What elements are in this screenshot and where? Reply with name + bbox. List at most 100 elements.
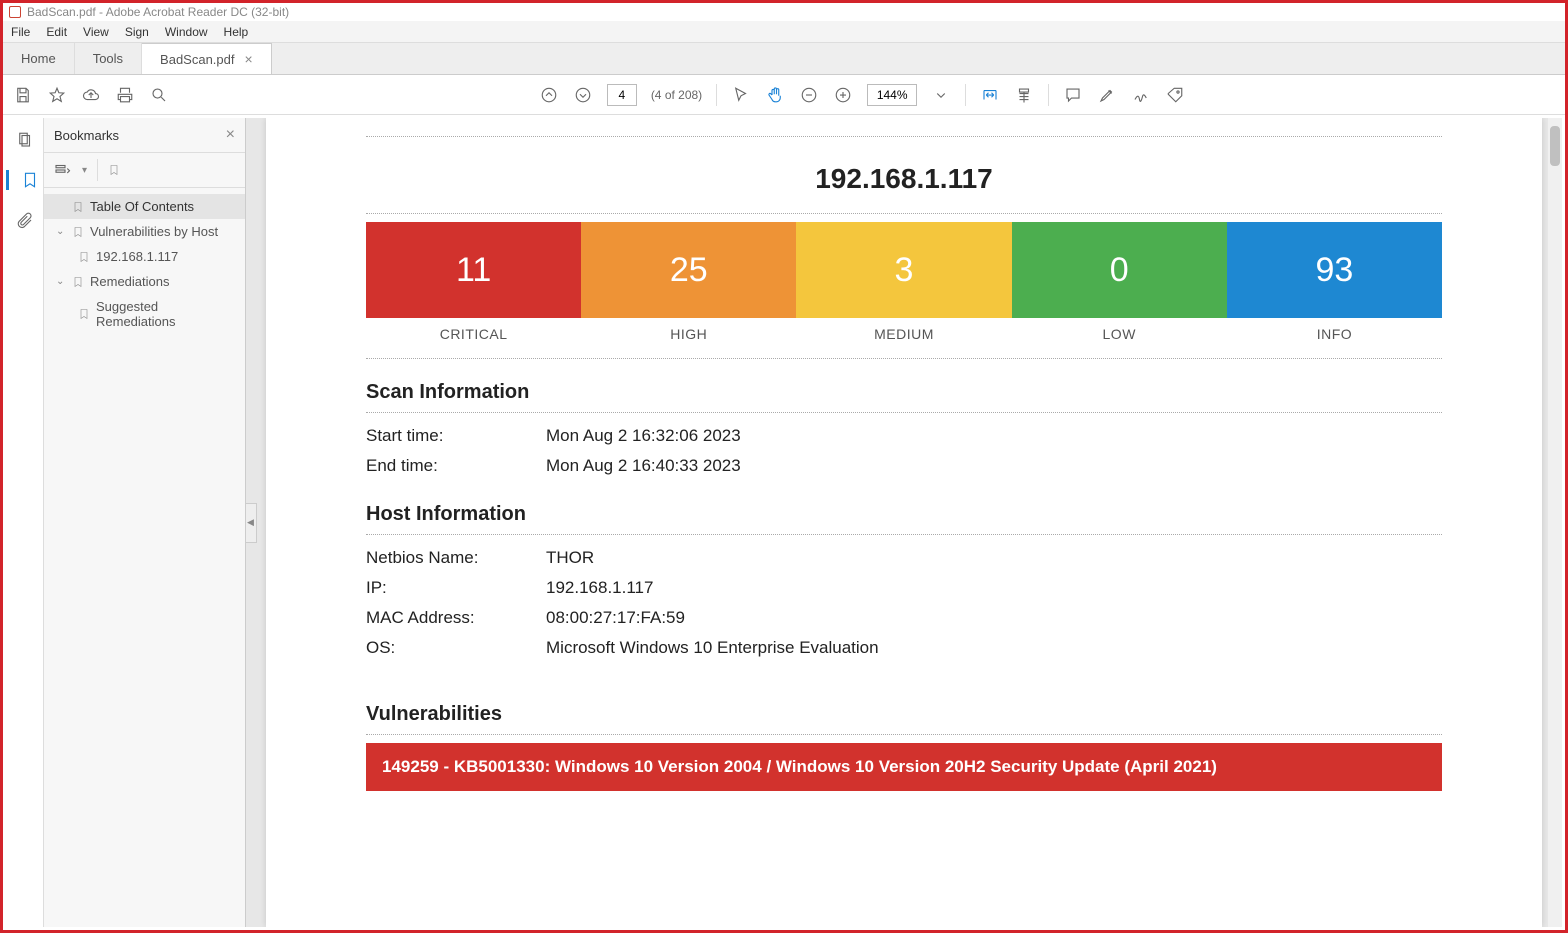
hand-tool-icon[interactable] [765,85,785,105]
close-tab-icon[interactable]: × [245,51,253,67]
bookmark-remediations[interactable]: ⌄ Remediations [44,269,245,294]
netbios-value: THOR [546,548,594,568]
divider [366,136,1442,137]
bookmark-table-of-contents[interactable]: Table Of Contents [44,194,245,219]
scrollbar-thumb[interactable] [1550,126,1560,166]
window-title: BadScan.pdf - Adobe Acrobat Reader DC (3… [27,5,289,19]
mac-value: 08:00:27:17:FA:59 [546,608,685,628]
os-label: OS: [366,638,546,658]
toolbar-separator [965,84,966,106]
bookmark-host-ip[interactable]: 192.168.1.117 [44,244,245,269]
ip-value: 192.168.1.117 [546,578,653,598]
tab-tools[interactable]: Tools [75,43,142,74]
zoom-level-input[interactable] [867,84,917,106]
collapse-panel-handle[interactable]: ◀ [246,503,257,543]
bookmarks-panel-icon[interactable] [6,170,43,190]
bookmark-icon [78,307,90,321]
zoom-out-icon[interactable] [799,85,819,105]
bookmark-icon [72,275,84,289]
bookmark-label: Remediations [90,274,170,289]
netbios-row: Netbios Name: THOR [366,543,1442,573]
star-icon[interactable] [47,85,67,105]
bookmarks-title: Bookmarks [54,128,119,143]
page-number-input[interactable] [607,84,637,106]
tab-bar: Home Tools BadScan.pdf × [3,43,1565,75]
severity-high-label: HIGH [581,318,796,350]
fit-width-icon[interactable] [980,85,1000,105]
highlight-icon[interactable] [1097,85,1117,105]
toolbar-separator [716,84,717,106]
zoom-dropdown-icon[interactable] [931,85,951,105]
menu-bar: File Edit View Sign Window Help [3,21,1565,43]
save-icon[interactable] [13,85,33,105]
scan-end-label: End time: [366,456,546,476]
severity-info-count: 93 [1227,222,1442,318]
document-pane[interactable]: ◀ 192.168.1.117 11 25 3 0 93 CRITICAL HI… [246,118,1562,927]
chevron-down-icon[interactable]: ⌄ [56,226,66,237]
menu-help[interactable]: Help [224,25,249,39]
menu-view[interactable]: View [83,25,109,39]
tag-icon[interactable] [1165,85,1185,105]
vulnerabilities-heading: Vulnerabilities [366,703,1442,726]
vulnerability-item: 149259 - KB5001330: Windows 10 Version 2… [366,743,1442,791]
mac-row: MAC Address: 08:00:27:17:FA:59 [366,603,1442,633]
page-count-label: (4 of 208) [651,88,702,102]
vertical-scrollbar[interactable] [1548,118,1562,927]
os-row: OS: Microsoft Windows 10 Enterprise Eval… [366,633,1442,663]
divider [366,534,1442,535]
scan-start-row: Start time: Mon Aug 2 16:32:06 2023 [366,421,1442,451]
bookmarks-toolbar: ▾ [44,153,245,188]
cloud-upload-icon[interactable] [81,85,101,105]
divider [366,734,1442,735]
tab-home[interactable]: Home [3,43,75,74]
new-bookmark-icon[interactable] [108,163,120,177]
divider [366,358,1442,359]
severity-critical-count: 11 [366,222,581,318]
bookmark-label: Vulnerabilities by Host [90,224,218,239]
bookmark-vulnerabilities-by-host[interactable]: ⌄ Vulnerabilities by Host [44,219,245,244]
severity-chart: 11 25 3 0 93 [366,222,1442,318]
close-panel-icon[interactable]: × [226,126,235,144]
toolbar: (4 of 208) [3,75,1565,115]
ip-row: IP: 192.168.1.117 [366,573,1442,603]
scan-end-value: Mon Aug 2 16:40:33 2023 [546,456,741,476]
zoom-in-icon[interactable] [833,85,853,105]
bookmark-label: Table Of Contents [90,199,194,214]
tab-document[interactable]: BadScan.pdf × [142,43,272,74]
page-title: 192.168.1.117 [366,145,1442,205]
print-icon[interactable] [115,85,135,105]
severity-medium-label: MEDIUM [796,318,1011,350]
divider [366,213,1442,214]
divider [366,412,1442,413]
pdf-page: 192.168.1.117 11 25 3 0 93 CRITICAL HIGH… [266,118,1542,927]
chevron-down-icon[interactable]: ▾ [82,165,87,176]
bookmark-options-icon[interactable] [52,160,72,180]
chevron-down-icon[interactable]: ⌄ [56,276,66,287]
page-down-icon[interactable] [573,85,593,105]
menu-edit[interactable]: Edit [46,25,67,39]
comment-icon[interactable] [1063,85,1083,105]
mac-label: MAC Address: [366,608,546,628]
scan-end-row: End time: Mon Aug 2 16:40:33 2023 [366,451,1442,481]
netbios-label: Netbios Name: [366,548,546,568]
find-icon[interactable] [149,85,169,105]
sign-icon[interactable] [1131,85,1151,105]
menu-file[interactable]: File [11,25,30,39]
title-bar: BadScan.pdf - Adobe Acrobat Reader DC (3… [3,3,1565,21]
bookmarks-panel: Bookmarks × ▾ Table Of Contents ⌄ Vulne [44,118,246,927]
acrobat-app-icon [9,6,21,18]
page-up-icon[interactable] [539,85,559,105]
fit-page-icon[interactable] [1014,85,1034,105]
menu-window[interactable]: Window [165,25,208,39]
os-value: Microsoft Windows 10 Enterprise Evaluati… [546,638,879,658]
severity-low-label: LOW [1012,318,1227,350]
bookmark-suggested-remediations[interactable]: Suggested Remediations [44,294,245,334]
scan-start-value: Mon Aug 2 16:32:06 2023 [546,426,741,446]
bookmark-icon [72,225,84,239]
selection-tool-icon[interactable] [731,85,751,105]
menu-sign[interactable]: Sign [125,25,149,39]
scan-info-heading: Scan Information [366,381,1442,404]
attachments-panel-icon[interactable] [15,210,35,230]
tab-document-label: BadScan.pdf [160,52,234,67]
thumbnails-panel-icon[interactable] [15,130,35,150]
